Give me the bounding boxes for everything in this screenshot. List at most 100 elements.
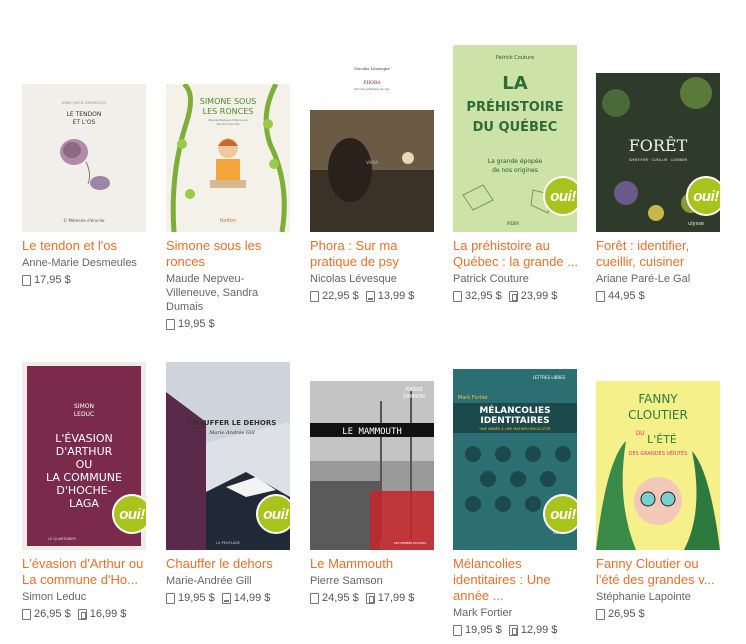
svg-text:Sur ma pratique de psy: Sur ma pratique de psy: [354, 87, 390, 91]
svg-text:Nicolas Lévesque: Nicolas Lévesque: [354, 66, 390, 71]
price-row: 24,95 $ 17,99 $: [310, 592, 438, 604]
book-author[interactable]: Stéphanie Lapointe: [596, 590, 724, 604]
book-title[interactable]: Simone sous les ronces: [166, 238, 294, 270]
price-pdf[interactable]: 14,99 $: [234, 592, 271, 604]
paper-book-icon: [596, 290, 605, 302]
book-title[interactable]: L'évasion d'Arthur ou La commune d'Ho...: [22, 556, 150, 588]
price-row: 44,95 $: [596, 290, 724, 302]
book-cover[interactable]: SIMONE SOUS LES RONCES Maude Nepveu-Vill…: [166, 84, 290, 232]
price-epub[interactable]: 17,99 $: [378, 592, 415, 604]
price-row: 17,95 $: [22, 274, 150, 286]
svg-text:IDENTIFIER · CUEILLIR · CUISIN: IDENTIFIER · CUEILLIR · CUISINER: [629, 158, 688, 162]
book-author[interactable]: Patrick Couture: [453, 272, 581, 286]
price-row: 22,95 $ 13,99 $: [310, 290, 438, 302]
book-cover[interactable]: Patrick Couture LA PRÉHISTOIRE DU QUÉBEC…: [453, 45, 577, 232]
book-title[interactable]: La préhistoire au Québec : la grande ...: [453, 238, 581, 270]
book-author[interactable]: Mark Fortier: [453, 606, 581, 620]
book-author[interactable]: Simon Leduc: [22, 590, 150, 604]
svg-text:PHORA: PHORA: [363, 80, 381, 86]
book-card[interactable]: ANNE-MARIE DESMEULES LE TENDON ET L'OS ©…: [22, 84, 150, 286]
book-cover[interactable]: FANNY CLOUTIER OU L'ÉTÉ DES GRANDES VÉRI…: [596, 381, 720, 550]
cover-art: Nicolas Lévesque PHORA Sur ma pratique d…: [310, 60, 434, 232]
book-author[interactable]: Nicolas Lévesque: [310, 272, 438, 286]
svg-text:PIDER: PIDER: [507, 221, 519, 226]
price-epub[interactable]: 12,99 $: [521, 624, 558, 636]
book-card[interactable]: FANNY CLOUTIER OU L'ÉTÉ DES GRANDES VÉRI…: [596, 381, 724, 620]
svg-text:LEDUC: LEDUC: [74, 411, 94, 418]
cover-title-2: ET L'OS: [73, 119, 96, 126]
book-title[interactable]: Mélancolies identitaires : Une année ...: [453, 556, 581, 604]
book-card[interactable]: Nicolas Lévesque PHORA Sur ma pratique d…: [310, 60, 438, 302]
book-card[interactable]: CHAUFFER LE DEHORS Marie-Andrée Gill LA …: [166, 362, 294, 604]
book-cover[interactable]: ANNE-MARIE DESMEULES LE TENDON ET L'OS ©…: [22, 84, 146, 232]
price-paper[interactable]: 19,95 $: [178, 592, 215, 604]
cover-publisher: © Mémoire d'encrier: [63, 218, 105, 223]
oui-badge: oui!: [543, 176, 577, 216]
svg-text:fonfon: fonfon: [220, 218, 236, 224]
price-paper[interactable]: 32,95 $: [465, 290, 502, 302]
cover-title-2: LES RONCES: [203, 107, 254, 116]
svg-text:L'ÉVASION: L'ÉVASION: [55, 432, 113, 445]
book-title[interactable]: Le tendon et l'os: [22, 238, 150, 254]
svg-text:ulysse: ulysse: [688, 221, 704, 227]
cover-title-1: LE TENDON: [67, 111, 102, 118]
svg-text:PRÉHISTOIRE: PRÉHISTOIRE: [466, 99, 563, 115]
book-card[interactable]: Patrick Couture LA PRÉHISTOIRE DU QUÉBEC…: [453, 45, 581, 302]
svg-text:LE QUARTANIER: LE QUARTANIER: [48, 537, 76, 541]
cover-art: ANNE-MARIE DESMEULES LE TENDON ET L'OS ©…: [22, 84, 146, 232]
paper-book-icon: [453, 290, 462, 302]
price-epub[interactable]: 16,99 $: [90, 608, 127, 620]
svg-text:La grande épopée: La grande épopée: [488, 158, 543, 165]
book-card[interactable]: SIMON LEDUC L'ÉVASION D'ARTHUR OU LA COM…: [22, 362, 150, 620]
book-card[interactable]: LETTRES LIBRES Mark Fortier MÉLANCOLIES …: [453, 369, 581, 636]
svg-text:IDENTITAIRES: IDENTITAIRES: [480, 416, 549, 426]
svg-text:LES HERBES ROUGES: LES HERBES ROUGES: [394, 541, 426, 545]
price-epub[interactable]: 23,99 $: [521, 290, 558, 302]
pdf-icon: [365, 290, 375, 302]
book-cover[interactable]: SIMON LEDUC L'ÉVASION D'ARTHUR OU LA COM…: [22, 362, 146, 550]
price-paper[interactable]: 19,95 $: [178, 318, 215, 330]
oui-badge: oui!: [543, 494, 577, 534]
price-paper[interactable]: 26,95 $: [608, 608, 645, 620]
book-title[interactable]: Fanny Cloutier ou l'été des grandes v...: [596, 556, 724, 588]
book-cover[interactable]: Nicolas Lévesque PHORA Sur ma pratique d…: [310, 60, 434, 232]
svg-text:LA: LA: [502, 73, 527, 94]
svg-text:SIMON: SIMON: [74, 403, 94, 410]
book-author[interactable]: Maude Nepveu-Villeneuve, Sandra Dumais: [166, 272, 294, 314]
book-title[interactable]: Phora : Sur ma pratique de psy: [310, 238, 438, 270]
oui-badge: oui!: [112, 494, 146, 534]
book-cover[interactable]: PIERRE SAMSON LE MAMMOUTH LES HERBES ROU…: [310, 381, 434, 550]
price-pdf[interactable]: 13,99 $: [378, 290, 415, 302]
book-cover[interactable]: CHAUFFER LE DEHORS Marie-Andrée Gill LA …: [166, 362, 290, 550]
book-author[interactable]: Ariane Paré-Le Gal: [596, 272, 724, 286]
price-paper[interactable]: 19,95 $: [465, 624, 502, 636]
book-author[interactable]: Pierre Samson: [310, 574, 438, 588]
cover-art: PIERRE SAMSON LE MAMMOUTH LES HERBES ROU…: [310, 381, 434, 550]
book-cover[interactable]: LETTRES LIBRES Mark Fortier MÉLANCOLIES …: [453, 369, 577, 550]
svg-text:LA PEUPLADE: LA PEUPLADE: [216, 541, 240, 545]
svg-text:DU QUÉBEC: DU QUÉBEC: [473, 119, 558, 135]
book-author[interactable]: Anne-Marie Desmeules: [22, 256, 150, 270]
paper-book-icon: [22, 608, 31, 620]
cover-title-1: SIMONE SOUS: [200, 97, 257, 106]
book-card[interactable]: PIERRE SAMSON LE MAMMOUTH LES HERBES ROU…: [310, 381, 438, 604]
price-paper[interactable]: 26,95 $: [34, 608, 71, 620]
svg-text:de nos origines: de nos origines: [492, 167, 538, 174]
price-paper[interactable]: 22,95 $: [322, 290, 359, 302]
svg-text:Sandra Dumais: Sandra Dumais: [217, 122, 240, 126]
book-title[interactable]: Forêt : identifier, cueillir, cuisiner: [596, 238, 724, 270]
price-paper[interactable]: 24,95 $: [322, 592, 359, 604]
book-card[interactable]: FORÊT IDENTIFIER · CUEILLIR · CUISINER u…: [596, 73, 724, 302]
svg-text:CHAUFFER LE DEHORS: CHAUFFER LE DEHORS: [188, 419, 277, 427]
book-card[interactable]: SIMONE SOUS LES RONCES Maude Nepveu-Vill…: [166, 84, 294, 330]
price-paper[interactable]: 17,95 $: [34, 274, 71, 286]
book-title[interactable]: Chauffer le dehors: [166, 556, 294, 572]
svg-text:DES GRANDES VÉRITÉS: DES GRANDES VÉRITÉS: [629, 449, 688, 457]
book-title[interactable]: Le Mammouth: [310, 556, 438, 572]
book-author[interactable]: Marie-Andrée Gill: [166, 574, 294, 588]
svg-text:FANNY: FANNY: [638, 392, 678, 406]
book-cover[interactable]: FORÊT IDENTIFIER · CUEILLIR · CUISINER u…: [596, 73, 720, 232]
price-row: 26,95 $ 16,99 $: [22, 608, 150, 620]
price-paper[interactable]: 44,95 $: [608, 290, 645, 302]
svg-text:OU: OU: [635, 430, 644, 437]
